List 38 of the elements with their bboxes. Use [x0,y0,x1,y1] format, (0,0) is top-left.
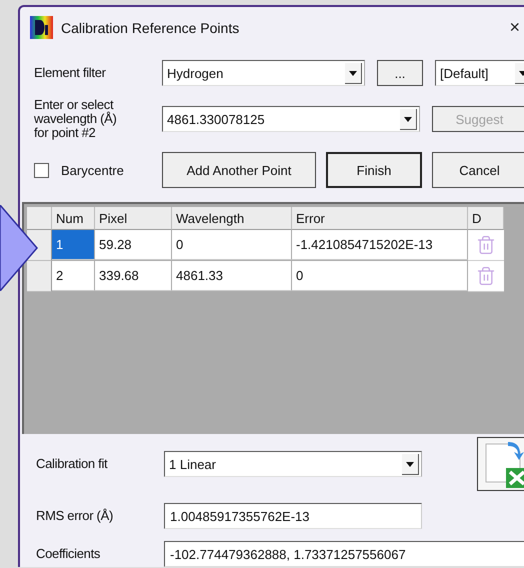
browse-button[interactable]: ... [377,60,423,86]
field-label: Enter or select wavelength (Å) for point #2 [34,98,118,140]
caret-icon[interactable] [345,62,362,84]
field-label: Element filter [34,66,107,80]
window-title: Calibration Reference Points [61,20,240,36]
column-header[interactable]: Num [52,207,95,230]
field-label: Calibration fit [36,457,108,471]
table-cell[interactable]: 1 [52,230,95,260]
calibration-fit-dropdown[interactable]: 1 Linear [164,451,422,477]
grid-corner [27,207,52,230]
table-cell: 4861.33 [172,261,292,292]
element-filter-dropdown[interactable]: Hydrogen [162,60,365,86]
field-label: Coefficients [36,547,102,561]
column-header[interactable]: Wavelength [172,207,292,230]
preset-dropdown[interactable]: [Default] [435,60,524,86]
dialog-button[interactable]: Finish [326,152,422,188]
table-cell: -1.4210854715202E-13 [292,230,468,260]
table-cell[interactable]: 2 [52,261,95,292]
rms-error-field[interactable]: 1.00485917355762E-13 [164,503,422,529]
export-button[interactable] [477,437,524,491]
column-header[interactable]: Error [292,207,468,230]
close-button[interactable]: × [509,17,524,38]
table-cell: 0 [172,230,292,260]
wavelength-dropdown[interactable]: 4861.330078125 [162,106,420,132]
column-header[interactable]: D [468,207,504,230]
app-logo-icon [30,16,53,40]
checkbox-label: Barycentre [61,162,124,178]
dialog-button[interactable]: Cancel [432,152,524,188]
field-label: RMS error (Å) [36,509,114,523]
column-header[interactable]: Pixel [95,207,172,230]
dialog-button[interactable]: Add Another Point [162,152,316,188]
table-cell: 59.28 [95,230,172,260]
coefficients-field[interactable]: -102.774479362888, 1.73371257556067 [164,541,524,567]
table-cell: 339.68 [95,261,172,292]
caret-icon[interactable] [402,454,419,474]
barycentre-checkbox[interactable] [34,162,49,178]
caret-icon[interactable] [400,108,417,130]
table-cell: 0 [292,261,468,292]
